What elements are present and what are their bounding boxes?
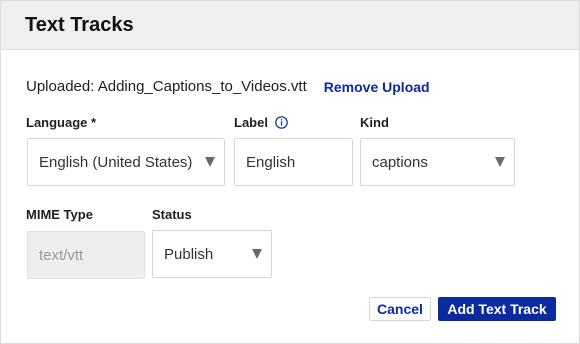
status-label: Status — [152, 207, 192, 222]
label-input[interactable]: English — [234, 138, 353, 186]
language-label: Language * — [26, 115, 97, 130]
language-select-value: English (United States) — [39, 153, 193, 171]
text-tracks-panel: Text Tracks Uploaded: Adding_Captions_to… — [0, 0, 580, 344]
mime-type-label: MIME Type — [26, 207, 93, 222]
status-select-value: Publish — [164, 245, 214, 263]
add-text-track-button[interactable]: Add Text Track — [438, 297, 556, 321]
upload-row: Uploaded: Adding_Captions_to_Videos.vtt … — [26, 78, 430, 95]
mime-type-value: text/vtt — [39, 246, 84, 264]
label-input-value: English — [246, 153, 296, 171]
kind-label: Kind — [360, 115, 389, 130]
cancel-button[interactable]: Cancel — [369, 297, 431, 321]
kind-select-value: captions — [372, 153, 428, 171]
label-field-label-text: Label — [234, 115, 268, 130]
panel-title: Text Tracks — [25, 13, 134, 36]
remove-upload-link[interactable]: Remove Upload — [324, 79, 430, 95]
chevron-down-icon — [252, 249, 262, 259]
language-select[interactable]: English (United States) — [27, 138, 225, 186]
chevron-down-icon — [495, 157, 505, 167]
info-icon[interactable] — [275, 116, 288, 129]
status-select[interactable]: Publish — [152, 230, 272, 278]
kind-select[interactable]: captions — [360, 138, 515, 186]
label-field-label: Label — [234, 115, 288, 130]
uploaded-file-text: Uploaded: Adding_Captions_to_Videos.vtt — [26, 78, 307, 95]
mime-type-input: text/vtt — [27, 231, 145, 279]
chevron-down-icon — [205, 157, 215, 167]
panel-header: Text Tracks — [1, 1, 579, 50]
